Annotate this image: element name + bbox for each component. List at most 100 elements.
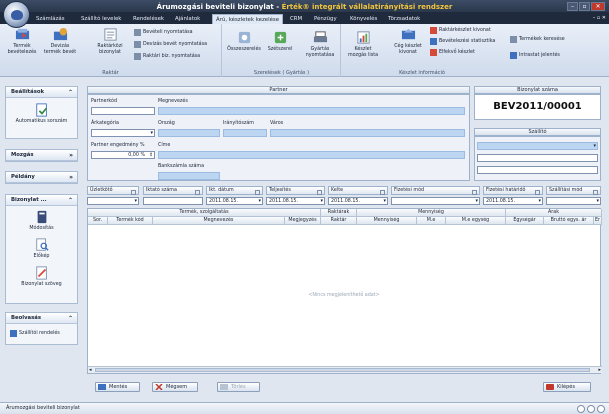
panel-bizonylat: Bizonylat ... ⌃ Módosítás Előkép Bizonyla… (5, 194, 78, 304)
cime-field[interactable] (158, 151, 465, 159)
ikt-datum-field[interactable]: 2011.08.15. (206, 197, 263, 205)
column-me-egyseg[interactable]: M.e egység (446, 217, 506, 225)
modositas-item[interactable]: Módosítás (6, 210, 77, 231)
ceg-keszlet-icon (401, 28, 415, 40)
gyartas-printer-icon (313, 31, 327, 43)
szallito-select[interactable] (477, 142, 598, 150)
tab-rendelesek[interactable]: Rendelések (130, 14, 167, 24)
panel-header-peldany[interactable]: Példány» (6, 172, 77, 183)
termek-bevetelezes-button[interactable]: Termék bevételezés (6, 27, 38, 55)
column-me[interactable]: M.e (417, 217, 446, 225)
tab-penzugy[interactable]: Pénzügy (311, 14, 340, 24)
status-bar: Árumozgási beviteli bizonylat (0, 402, 609, 414)
tab-konyveles[interactable]: Könyvelés (347, 14, 380, 24)
raktarkozi-bizonylat-button[interactable]: Raktárközi bizonylat (92, 27, 128, 55)
app-menu-orb[interactable] (3, 1, 30, 28)
scroll-right-icon[interactable]: ▸ (598, 367, 601, 373)
panel-header-beolvasas[interactable]: Beolvasás ⌃ (6, 313, 77, 324)
megnevezes-field[interactable] (158, 107, 465, 115)
column-megjegyzes[interactable]: Megjegyzés (285, 217, 321, 225)
column-megnevezes[interactable]: Megnevezés (153, 217, 285, 225)
ceg-keszlet-kivonat-button[interactable]: Cég készlet kivonat (390, 27, 426, 55)
szallitoi-rendeles-item[interactable]: Szállítói rendelés (10, 330, 60, 337)
tab-torzsadatok[interactable]: Törzsadatok (385, 14, 423, 24)
beveteli-nyomtatasa-button[interactable]: Bevételi nyomtatása (134, 29, 193, 36)
osszeszereles-button[interactable]: Összeszerelés (225, 30, 263, 53)
column-termek-kod[interactable]: Termék kód (108, 217, 153, 225)
spinner-icon[interactable]: ⇕ (149, 152, 153, 159)
column-brutto-egys-ar[interactable]: Bruttó egys. ár (544, 217, 594, 225)
torles-button[interactable]: Törlés (217, 382, 260, 392)
minimize-button[interactable]: – (567, 2, 578, 11)
column-er[interactable]: Er (594, 217, 602, 225)
panel-header-beallitasok[interactable]: Beállítások ⌃ (6, 87, 77, 98)
orszag-label: Ország (158, 121, 175, 126)
status-icon-2[interactable] (587, 405, 595, 413)
bizonylat-szoveg-item[interactable]: Bizonylat szöveg (6, 266, 77, 287)
bevetelezesi-statisztika-button[interactable]: Bevételezési statisztika (430, 38, 495, 45)
elokep-magnifier-icon (35, 238, 49, 251)
ribbon-window-controls[interactable]: – ▫ ✕ (593, 15, 606, 21)
szallitasi-mod-select[interactable] (546, 197, 601, 205)
scroll-left-icon[interactable]: ◂ (89, 367, 92, 373)
column-sor[interactable]: Sor. (88, 217, 108, 225)
termek-bevetelezes-icon (15, 28, 29, 40)
status-icon-1[interactable] (577, 405, 585, 413)
keszlet-mozgas-lista-button[interactable]: Készlet mozgás lista (346, 30, 380, 58)
gyartas-nyomtatasa-button[interactable]: Gyártás nyomtatása (301, 30, 339, 58)
panel-beolvasas: Beolvasás ⌃ Szállítói rendelés (5, 312, 78, 345)
kelte-label: Kelte (328, 186, 388, 195)
iktato-field[interactable] (143, 197, 203, 205)
sidebar: Beállítások ⌃ Automatikus sorszám Mozgás»… (5, 86, 78, 396)
szetszereles-button[interactable]: Szétszerel (263, 30, 297, 53)
kelte-field[interactable]: 2011.08.15. (328, 197, 388, 205)
column-mennyiseg[interactable]: Mennyiség (357, 217, 417, 225)
elfekvo-keszlet-button[interactable]: Elfekvő készlet (430, 49, 475, 56)
varos-label: Város (270, 121, 284, 126)
raktarkeszlet-kivonat-button[interactable]: Raktárkészlet kivonat (430, 27, 491, 34)
uzletkoto-select[interactable] (87, 197, 139, 205)
scrollbar-thumb[interactable] (95, 368, 590, 372)
teljesites-field[interactable]: 2011.08.15. (266, 197, 325, 205)
close-button[interactable]: ✕ (591, 2, 605, 11)
tab-ajanlatok[interactable]: Ajánlatok (172, 14, 203, 24)
status-icon-3[interactable] (597, 405, 605, 413)
termekek-keresese-button[interactable]: Termékek keresése (510, 36, 565, 43)
column-raktar[interactable]: Raktár (321, 217, 357, 225)
panel-header-bizonylat[interactable]: Bizonylat ... ⌃ (6, 195, 77, 206)
statisztika-icon (430, 38, 437, 45)
partnerkod-field[interactable] (91, 107, 155, 115)
panel-mozgas: Mozgás» (5, 149, 78, 162)
devizas-termek-icon (53, 27, 67, 41)
column-egysegar[interactable]: Egységár (506, 217, 544, 225)
intrastat-jelentes-button[interactable]: Intrastat jelentés (510, 52, 560, 59)
varos-field[interactable] (270, 129, 465, 137)
orszag-field[interactable] (158, 129, 220, 137)
fizetesi-hatarido-field[interactable]: 2011.08.15. (483, 197, 543, 205)
kilepes-button[interactable]: Kilépés (543, 382, 591, 392)
iranyitoszam-field[interactable] (223, 129, 267, 137)
items-grid[interactable]: Termék, szolgáltatás Raktárak Mennyiség … (87, 208, 602, 374)
elokep-item[interactable]: Előkép (6, 238, 77, 259)
arkategoria-select[interactable] (91, 129, 155, 137)
bankszamla-field[interactable] (158, 172, 220, 180)
maximize-button[interactable]: ▫ (579, 2, 590, 11)
horizontal-scrollbar[interactable]: ◂ ▸ (88, 366, 602, 373)
tab-aru-keszletek[interactable]: Árú, készletek kezelése (212, 14, 284, 24)
tab-szamlazas[interactable]: Számlázás (33, 14, 68, 24)
tab-crm[interactable]: CRM (287, 14, 305, 24)
fizetesi-mod-select[interactable] (391, 197, 480, 205)
mentes-button[interactable]: Mentés (95, 382, 140, 392)
panel-header-mozgas[interactable]: Mozgás» (6, 150, 77, 161)
tab-szallito-levelek[interactable]: Szállító levelek (78, 14, 124, 24)
devizas-termek-bevet-button[interactable]: Devizás termék bevét (42, 27, 78, 55)
exit-icon (546, 384, 554, 390)
status-tab-label[interactable]: Árumozgási beviteli bizonylat (6, 405, 80, 411)
engedmeny-field[interactable]: 0,00 % ⇕ (91, 151, 155, 159)
raktari-biz-nyomtatasa-button[interactable]: Raktári biz. nyomtatása (134, 53, 200, 60)
partnerkod-label: Partnerkód (91, 99, 118, 104)
megsem-button[interactable]: Mégsem (152, 382, 198, 392)
automatikus-sorszam-item[interactable]: Automatikus sorszám (6, 103, 77, 124)
devizas-bevet-nyomtatasa-button[interactable]: Devizás bevét nyomtatása (134, 41, 207, 48)
iktato-label: Iktató száma (143, 186, 203, 195)
